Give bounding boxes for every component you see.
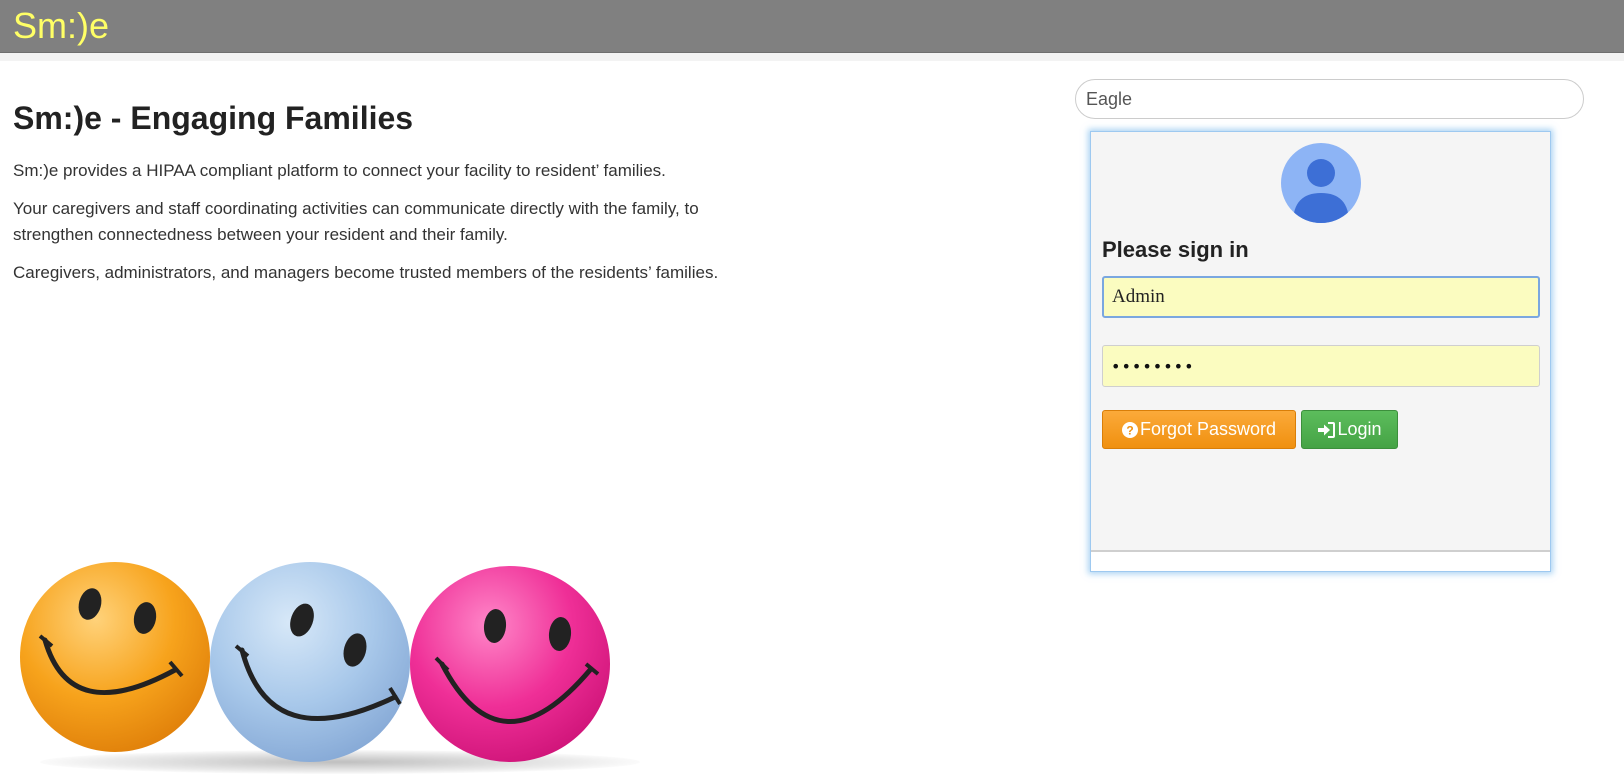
smiley-face-icon — [38, 588, 184, 695]
user-avatar-icon — [1281, 143, 1361, 223]
intro-paragraph: Sm:)e provides a HIPAA compliant platfor… — [13, 161, 666, 180]
smiley-balls-image — [0, 550, 680, 781]
smiley-face-icon — [434, 609, 600, 724]
login-label: Login — [1337, 419, 1382, 439]
page-title: Sm:)e - Engaging Families — [13, 100, 414, 136]
navbar-shadow — [0, 53, 1624, 61]
intro-section: Sm:)e - Engaging Families Sm:)e provides… — [13, 98, 773, 298]
forgot-password-label: Forgot Password — [1139, 419, 1277, 439]
username-field[interactable] — [1102, 276, 1540, 318]
intro-paragraph: Caregivers, administrators, and managers… — [13, 263, 719, 282]
blue-smiley-ball — [210, 562, 410, 762]
sign-in-icon — [1317, 421, 1336, 438]
panel-footer — [1091, 552, 1550, 571]
question-circle-icon: ? — [1121, 421, 1138, 438]
password-field[interactable] — [1102, 345, 1540, 387]
top-navbar: Sm:)e — [0, 0, 1624, 53]
signin-title: Please sign in — [1102, 237, 1249, 262]
smiley-face-icon — [234, 603, 402, 721]
svg-text:?: ? — [1126, 423, 1133, 437]
orange-smiley-ball — [20, 562, 210, 752]
facility-search-input[interactable] — [1075, 79, 1584, 119]
forgot-password-button[interactable]: ? Forgot Password — [1102, 410, 1296, 449]
login-button[interactable]: Login — [1301, 410, 1398, 449]
pink-smiley-ball — [410, 566, 610, 762]
brand-logo[interactable]: Sm:)e — [13, 5, 109, 47]
intro-paragraph: Your caregivers and staff coordinating a… — [13, 199, 699, 244]
login-panel: Please sign in ? Forgot Password Login — [1090, 131, 1551, 572]
